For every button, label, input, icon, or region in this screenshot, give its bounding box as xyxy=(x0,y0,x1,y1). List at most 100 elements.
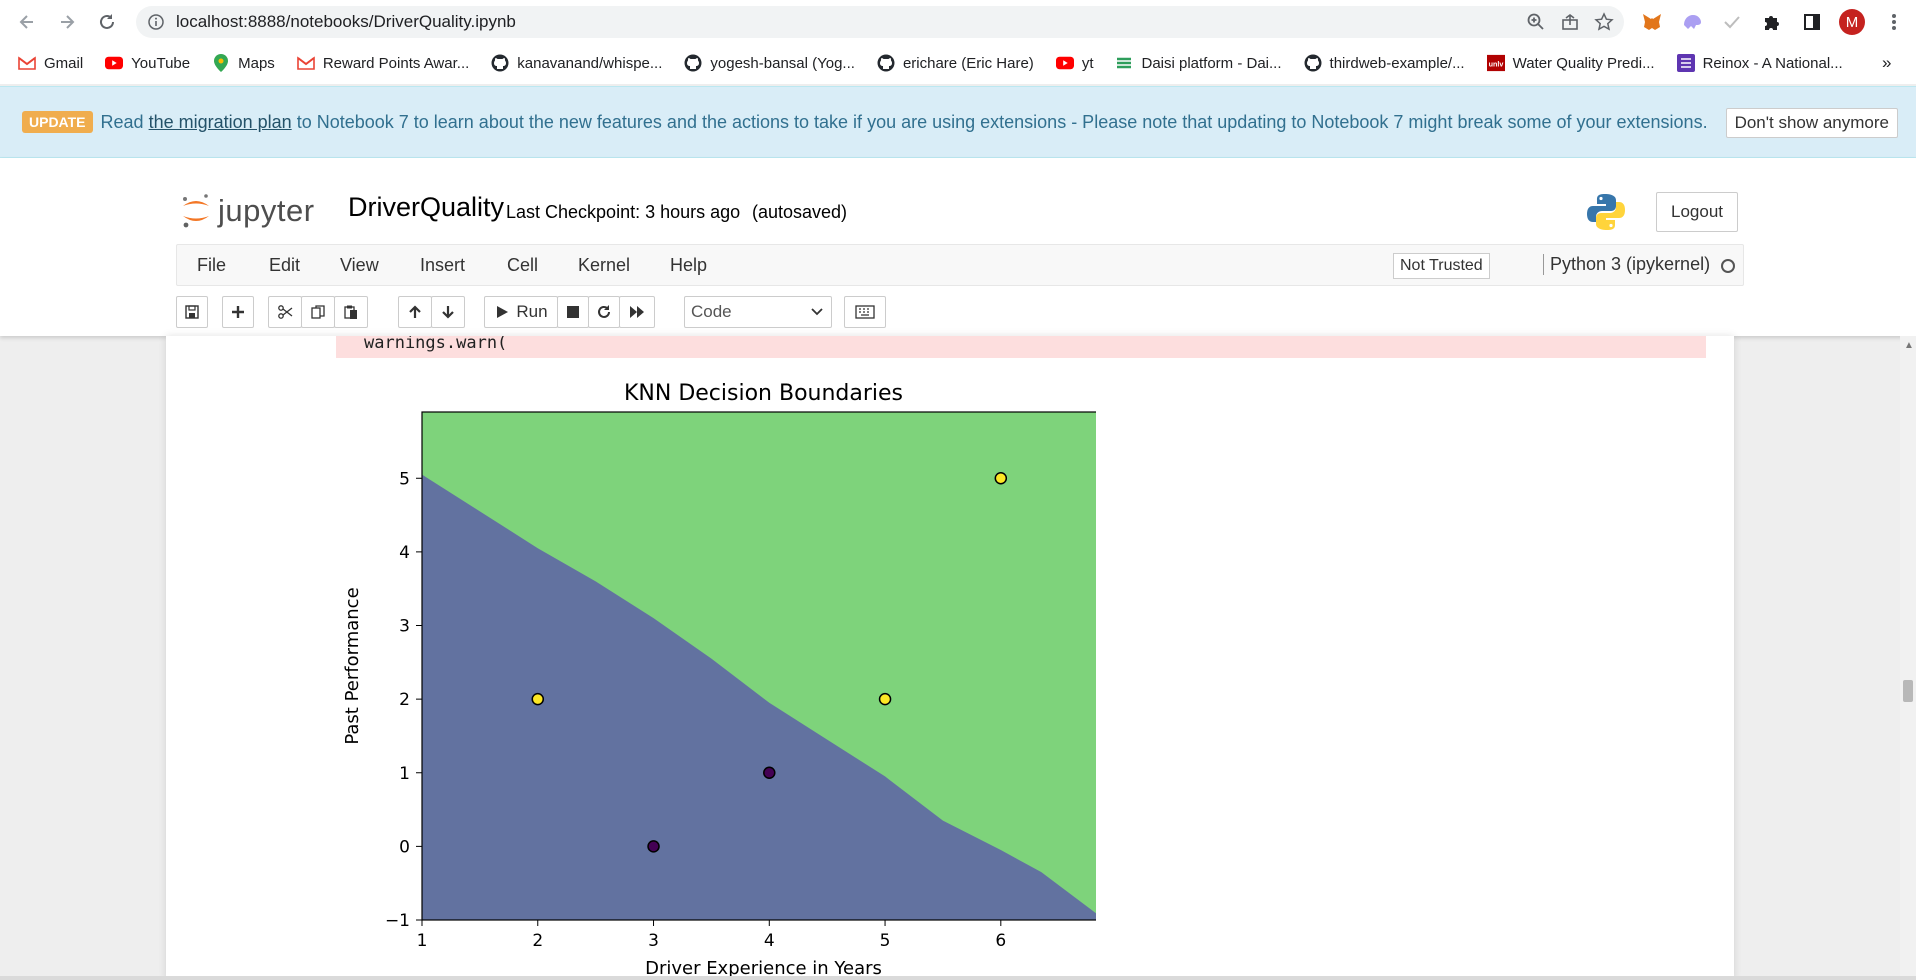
list-icon xyxy=(1676,54,1695,72)
command-palette-button[interactable] xyxy=(844,296,886,328)
site-info-icon[interactable] xyxy=(148,14,164,30)
copy-button[interactable] xyxy=(301,296,335,328)
banner-message: Read the migration plan to Notebook 7 to… xyxy=(101,112,1708,133)
github-icon xyxy=(491,54,509,72)
jupyter-logo[interactable]: jupyter xyxy=(180,192,315,230)
bookmark-item[interactable]: unlv Water Quality Predi... xyxy=(1486,54,1655,72)
notebook-name[interactable]: DriverQuality xyxy=(348,192,504,223)
menu-view[interactable]: View xyxy=(340,255,379,276)
bookmark-item[interactable]: Daisi platform - Dai... xyxy=(1115,54,1282,72)
bookmark-label: yt xyxy=(1081,54,1094,72)
ghost-extension[interactable] xyxy=(1678,8,1706,36)
run-button[interactable]: Run xyxy=(484,296,558,328)
save-button[interactable] xyxy=(176,296,208,328)
bookmark-item[interactable]: Maps xyxy=(212,54,275,72)
bookmark-item[interactable]: Reinox - A National... xyxy=(1676,54,1843,72)
address-bar[interactable]: localhost:8888/notebooks/DriverQuality.i… xyxy=(136,6,1624,38)
bookmark-item[interactable]: thirdweb-example/... xyxy=(1304,54,1465,72)
kernel-name[interactable]: Python 3 (ipykernel) xyxy=(1543,254,1710,275)
y-tick-label: 4 xyxy=(399,543,410,563)
bookmark-label: Reward Points Awar... xyxy=(322,54,470,72)
ghost-icon xyxy=(1684,15,1701,29)
plot-output: 1 2 3 4 5 6 −1 0 1 2 3 4 5 KNN Decision Boundaries Dri… xyxy=(336,370,1106,980)
move-cell-down-button[interactable] xyxy=(431,296,465,328)
knn-decision-boundary-chart: 1 2 3 4 5 6−1012345KNN Decision BoundariesDri… xyxy=(342,381,1106,979)
scrollbar-thumb[interactable] xyxy=(1903,680,1913,702)
bookmark-label: kanavanand/whispe... xyxy=(517,54,663,72)
bookmark-item[interactable]: erichare (Eric Hare) xyxy=(877,54,1034,72)
bookmark-item[interactable]: Gmail xyxy=(18,54,83,72)
more-bookmarks-button[interactable]: » xyxy=(1882,53,1891,73)
migration-plan-link[interactable]: the migration plan xyxy=(149,112,292,132)
bookmark-label: erichare (Eric Hare) xyxy=(902,54,1034,72)
x-tick-label: 4 xyxy=(764,931,775,951)
unlv-icon: unlv xyxy=(1486,54,1505,72)
bookmark-label: Reinox - A National... xyxy=(1702,54,1843,72)
reload-button[interactable] xyxy=(92,7,122,37)
bookmark-label: yogesh-bansal (Yog... xyxy=(710,54,855,72)
bookmark-star-icon[interactable] xyxy=(1594,12,1614,32)
share-icon[interactable] xyxy=(1560,12,1580,32)
puzzle-icon xyxy=(1765,16,1779,30)
menu-file[interactable]: File xyxy=(197,255,226,276)
paste-button[interactable] xyxy=(334,296,368,328)
menu-kernel[interactable]: Kernel xyxy=(578,255,630,276)
bookmark-label: Water Quality Predi... xyxy=(1512,54,1655,72)
bookmark-item[interactable]: Reward Points Awar... xyxy=(297,54,469,72)
github-icon xyxy=(877,54,895,72)
x-tick-label: 5 xyxy=(880,931,891,951)
menu-bar: File Edit View Insert Cell Kernel Help N… xyxy=(176,244,1744,286)
check-extension[interactable] xyxy=(1718,8,1746,36)
bookmark-item[interactable]: yogesh-bansal (Yog... xyxy=(684,54,855,72)
menu-insert[interactable]: Insert xyxy=(420,255,465,276)
trust-status-button[interactable]: Not Trusted xyxy=(1393,253,1490,279)
daisi-icon xyxy=(1115,54,1133,72)
run-label: Run xyxy=(516,302,548,321)
bookmark-label: Maps xyxy=(238,54,275,72)
jupyter-header: jupyter DriverQuality Last Checkpoint: 3… xyxy=(0,158,1916,336)
arrow-down-icon xyxy=(442,306,454,319)
page-scrollbar[interactable] xyxy=(1900,336,1916,980)
insert-cell-button[interactable] xyxy=(222,296,254,328)
browser-chrome: localhost:8888/notebooks/DriverQuality.i… xyxy=(0,0,1916,84)
keyboard-icon xyxy=(855,305,875,319)
svg-text:unlv: unlv xyxy=(1488,60,1503,69)
bookmark-item[interactable]: yt xyxy=(1055,54,1094,72)
back-button[interactable] xyxy=(12,7,42,37)
restart-kernel-button[interactable] xyxy=(588,296,620,328)
bookmark-item[interactable]: kanavanand/whispe... xyxy=(491,54,662,72)
side-panel-icon xyxy=(1804,14,1820,30)
menu-edit[interactable]: Edit xyxy=(269,255,300,276)
side-panel-button[interactable] xyxy=(1798,8,1826,36)
dont-show-anymore-button[interactable]: Don't show anymore xyxy=(1725,108,1898,138)
youtube-icon xyxy=(105,54,124,72)
y-tick-label: 2 xyxy=(399,690,410,710)
menu-help[interactable]: Help xyxy=(670,255,707,276)
bookmark-item[interactable]: YouTube xyxy=(105,54,190,72)
interrupt-kernel-button[interactable] xyxy=(557,296,589,328)
python-logo xyxy=(1586,192,1626,237)
extensions-button[interactable] xyxy=(1758,8,1786,36)
bookmark-label: Daisi platform - Dai... xyxy=(1141,54,1282,72)
menu-cell[interactable]: Cell xyxy=(507,255,538,276)
restart-run-all-button[interactable] xyxy=(619,296,655,328)
cell-type-select[interactable]: Code xyxy=(684,296,832,328)
last-checkpoint: Last Checkpoint: 3 hours ago xyxy=(506,202,741,222)
stop-icon xyxy=(567,306,579,318)
profile-avatar[interactable]: M xyxy=(1838,8,1866,36)
metamask-extension[interactable] xyxy=(1638,8,1666,36)
y-tick-label: −1 xyxy=(385,911,410,931)
cut-button[interactable] xyxy=(268,296,302,328)
stderr-output: warnings.warn( xyxy=(336,336,1706,358)
chart-title: KNN Decision Boundaries xyxy=(624,381,903,406)
notebook-container[interactable]: warnings.warn( 1 2 3 4 5 6 −1 0 1 2 3 4 5 KNN Decisio… xyxy=(166,336,1734,980)
logout-button[interactable]: Logout xyxy=(1656,192,1738,232)
forward-button[interactable] xyxy=(52,7,82,37)
update-badge: UPDATE xyxy=(22,111,93,133)
zoom-icon[interactable] xyxy=(1526,12,1546,32)
browser-menu-button[interactable] xyxy=(1880,8,1908,36)
scroll-up-arrow-icon[interactable]: ▲ xyxy=(1904,340,1914,351)
youtube-icon xyxy=(1055,54,1074,72)
move-cell-up-button[interactable] xyxy=(398,296,432,328)
y-tick-label: 0 xyxy=(399,837,410,857)
